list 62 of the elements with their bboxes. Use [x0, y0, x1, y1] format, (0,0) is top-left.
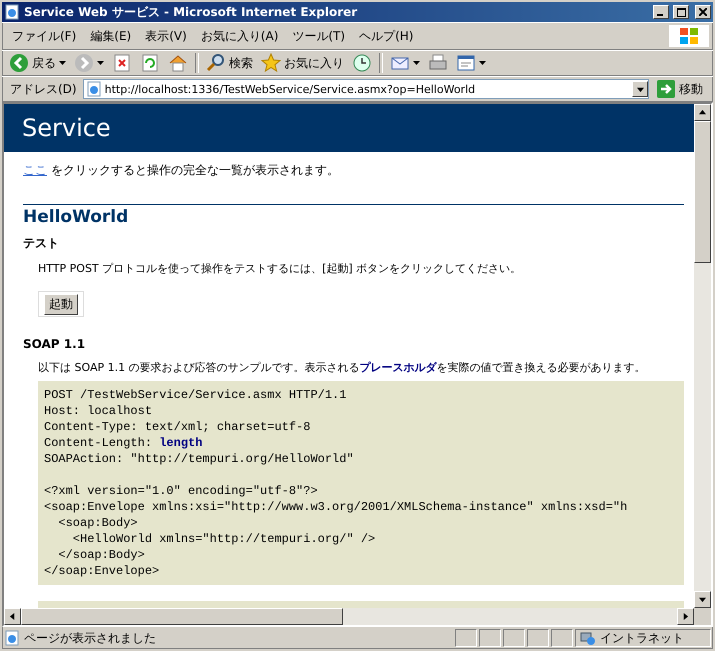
operations-link[interactable]: ここ — [23, 163, 47, 177]
vertical-scrollbar[interactable] — [694, 104, 711, 608]
minimize-button[interactable] — [653, 5, 669, 19]
scroll-left-button[interactable] — [4, 608, 21, 625]
status-pane — [455, 629, 477, 647]
stop-icon — [112, 53, 132, 73]
intro-text: ここ をクリックすると操作の完全な一覧が表示されます。 — [23, 162, 340, 179]
network-icon — [580, 630, 596, 646]
refresh-icon — [140, 53, 160, 73]
status-pane — [551, 629, 573, 647]
window-title: Service Web サービス - Microsoft Internet Explorer — [24, 4, 358, 20]
menu-item[interactable]: 編集(E) — [84, 26, 138, 46]
page-title: Service — [22, 114, 111, 142]
address-label: アドレス(D) — [9, 80, 78, 98]
search-button[interactable]: 検索 — [203, 52, 256, 74]
address-field[interactable]: http://localhost:1336/TestWebService/Service.asmx?op=HelloWorld — [82, 79, 649, 99]
status-pane — [479, 629, 501, 647]
back-button[interactable]: 戻る — [6, 52, 69, 74]
star-icon — [261, 53, 281, 73]
clock-icon — [352, 53, 372, 73]
close-icon — [699, 8, 707, 16]
zone-indicator: イントラネット — [575, 629, 711, 647]
status-text: ページが表示されました — [4, 630, 453, 646]
search-icon — [206, 53, 226, 73]
request-sample-code: POST /TestWebService/Service.asmx HTTP/1.1 Host: localhost Content-Type: text/xml; charset=utf-8 Content-Length: length SOAPAction: "http://tempuri.org/HelloWorld" <?xml version="1.0" encoding="utf-8"?> <soap:Envelope xmlns:xsi="http://www.w3.org/2001/XMLSchema-instance" xmlns:xsd="h <soap:Body> <HelloWorld xmlns="http://tempuri.org/" /> </soap:Body> </soap:Envelope> — [38, 381, 684, 585]
document-edit-icon — [456, 53, 476, 73]
up-triangle-icon — [699, 109, 706, 116]
section-heading: テスト — [23, 235, 60, 252]
favorites-button[interactable]: お気に入り — [258, 52, 347, 74]
page-icon — [86, 81, 102, 97]
go-button[interactable]: 移動 — [651, 80, 709, 98]
close-button[interactable] — [695, 5, 711, 19]
description-text: 以下は SOAP 1.1 の要求および応答のサンプルです。表示されるプレースホルダを実際の値で置き換える必要があります。 — [38, 360, 647, 375]
operation-title: HelloWorld — [23, 207, 130, 227]
menu-item[interactable]: ヘルプ(H) — [353, 26, 420, 46]
right-triangle-icon — [682, 613, 689, 620]
invoke-button[interactable]: 起動 — [44, 294, 78, 314]
menu-item[interactable]: ファイル(F) — [6, 26, 82, 46]
house-icon — [168, 53, 188, 73]
page-icon — [4, 630, 20, 646]
horizontal-scrollbar[interactable] — [4, 608, 694, 625]
maximize-button[interactable] — [673, 5, 689, 19]
page-icon — [4, 4, 20, 20]
scroll-up-button[interactable] — [694, 104, 711, 121]
dropdown-button[interactable] — [632, 81, 648, 97]
scrollbar-corner — [694, 608, 711, 625]
down-triangle-icon — [699, 596, 706, 603]
instruction-text: HTTP POST プロトコルを使って操作をテストするには、[起動] ボタンをクリックしてください。 — [38, 261, 522, 276]
menu-item[interactable]: お気に入り(A) — [194, 26, 284, 46]
status-pane — [503, 629, 525, 647]
status-pane — [527, 629, 549, 647]
menu-item[interactable]: 表示(V) — [139, 26, 193, 46]
left-triangle-icon — [9, 613, 16, 620]
caret-icon — [636, 86, 644, 92]
menu-item[interactable]: ツール(T) — [286, 26, 352, 46]
scrollbar-thumb[interactable] — [21, 608, 343, 625]
maximize-icon — [676, 8, 686, 16]
scroll-down-button[interactable] — [694, 591, 711, 608]
windows-logo-icon — [669, 25, 709, 47]
scrollbar-thumb[interactable] — [694, 121, 711, 263]
section-heading: SOAP 1.1 — [23, 337, 86, 351]
scroll-right-button[interactable] — [677, 608, 694, 625]
